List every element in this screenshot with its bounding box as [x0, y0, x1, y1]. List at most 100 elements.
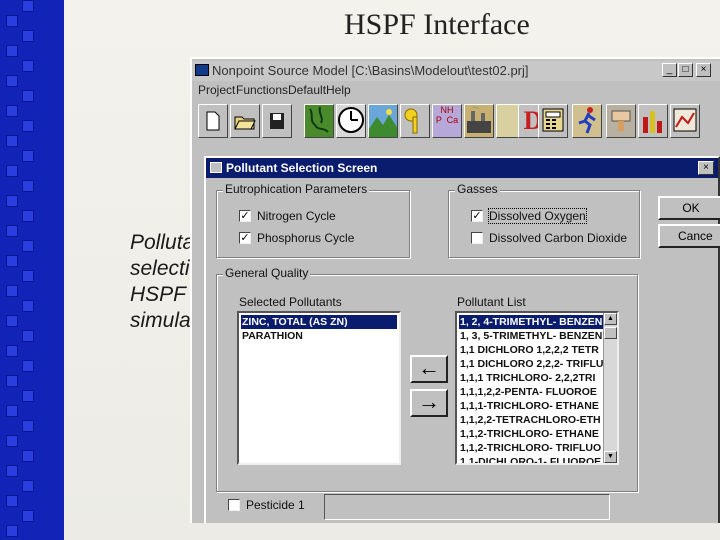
- dissolved-carbon-dioxide-checkbox[interactable]: Dissolved Carbon Dioxide: [471, 231, 637, 247]
- gasses-label: Gasses: [455, 182, 500, 196]
- border-square: [22, 480, 34, 492]
- ok-button[interactable]: OK: [658, 196, 720, 220]
- minimize-button[interactable]: _: [662, 63, 677, 77]
- list-item[interactable]: 1,1,2,2-TETRACHLORO-ETH: [459, 413, 604, 427]
- border-square: [22, 240, 34, 252]
- map-icon[interactable]: [304, 104, 334, 138]
- tool-icon[interactable]: [606, 104, 636, 138]
- border-square: [6, 135, 18, 147]
- pollutant-list[interactable]: 1, 2, 4-TRIMETHYL- BENZEN 1, 3, 5-TRIMET…: [455, 311, 619, 465]
- scroll-thumb[interactable]: [604, 327, 617, 339]
- check-icon: ✓: [471, 210, 483, 222]
- scroll-down-icon[interactable]: ▼: [604, 451, 617, 463]
- menu-bar: Project Functions Default Help: [192, 82, 720, 100]
- list-item[interactable]: 1,1-DICHLORO-1- FLUOROE: [459, 455, 604, 463]
- dialog-titlebar[interactable]: Pollutant Selection Screen ×: [206, 158, 718, 178]
- list-item[interactable]: 1,1,1,2,2-PENTA- FLUOROE: [459, 385, 604, 399]
- pesticide-field[interactable]: [324, 494, 610, 520]
- list-item[interactable]: 1,1,1-TRICHLORO- ETHANE: [459, 399, 604, 413]
- border-square: [6, 375, 18, 387]
- graph-icon[interactable]: [670, 104, 700, 138]
- border-square: [6, 405, 18, 417]
- key-icon[interactable]: [400, 104, 430, 138]
- general-quality-group: General Quality Selected Pollutants ZINC…: [216, 266, 638, 492]
- list-item[interactable]: 1, 2, 4-TRIMETHYL- BENZEN: [459, 315, 604, 329]
- border-square: [22, 60, 34, 72]
- border-square: [22, 420, 34, 432]
- menu-project[interactable]: Project: [198, 83, 235, 97]
- border-square: [6, 495, 18, 507]
- list-item[interactable]: 1,1 DICHLORO 2,2,2- TRIFLU: [459, 357, 604, 371]
- window-titlebar[interactable]: Nonpoint Source Model [C:\Basins\Modelou…: [192, 61, 720, 81]
- maximize-button[interactable]: □: [678, 63, 693, 77]
- list-item[interactable]: ZINC, TOTAL (AS ZN): [241, 315, 397, 329]
- save-disk-icon[interactable]: [262, 104, 292, 138]
- border-square: [22, 150, 34, 162]
- new-document-icon[interactable]: [198, 104, 228, 138]
- dialog-title: Pollutant Selection Screen: [226, 161, 378, 175]
- gasses-group: Gasses ✓ Dissolved Oxygen Dissolved Carb…: [448, 182, 640, 258]
- chemistry-icon[interactable]: NH P Ca: [432, 104, 462, 138]
- border-square: [22, 330, 34, 342]
- menu-functions[interactable]: Functions: [236, 83, 288, 97]
- border-square: [6, 315, 18, 327]
- border-square: [22, 510, 34, 522]
- eutrophication-label: Eutrophication Parameters: [223, 182, 370, 196]
- border-square: [22, 300, 34, 312]
- check-icon: ✓: [239, 210, 251, 222]
- border-square: [22, 0, 34, 12]
- add-pollutant-button[interactable]: ←: [410, 355, 448, 383]
- nonpoint-source-model-window: Nonpoint Source Model [C:\Basins\Modelou…: [190, 57, 720, 523]
- runner-icon[interactable]: [572, 104, 602, 138]
- window-title: Nonpoint Source Model [C:\Basins\Modelou…: [212, 63, 529, 78]
- border-square: [22, 450, 34, 462]
- checkbox-label: Dissolved Oxygen: [488, 208, 587, 224]
- clock-icon[interactable]: [336, 104, 366, 138]
- menu-help[interactable]: Help: [326, 83, 351, 97]
- menu-default[interactable]: Default: [288, 83, 326, 97]
- eutrophication-group: Eutrophication Parameters ✓ Nitrogen Cyc…: [216, 182, 410, 258]
- border-square: [22, 180, 34, 192]
- border-square: [22, 390, 34, 402]
- border-square: [6, 435, 18, 447]
- list-item[interactable]: 1,1,2-TRICHLORO- TRIFLUO: [459, 441, 604, 455]
- dialog-close-button[interactable]: ×: [698, 161, 714, 175]
- slide-title: HSPF Interface: [344, 8, 530, 41]
- list-item[interactable]: 1,1,1 TRICHLORO- 2,2,2TRI: [459, 371, 604, 385]
- bars-icon[interactable]: [638, 104, 668, 138]
- checkbox-label: Nitrogen Cycle: [257, 209, 336, 223]
- dissolved-oxygen-checkbox[interactable]: ✓ Dissolved Oxygen: [471, 208, 631, 225]
- checkbox-label: Dissolved Carbon Dioxide: [489, 231, 628, 245]
- border-square: [6, 45, 18, 57]
- phosphorus-cycle-checkbox[interactable]: ✓ Phosphorus Cycle: [239, 231, 399, 247]
- calculator-icon[interactable]: [538, 104, 568, 138]
- pollutant-list-scrollbar[interactable]: ▲ ▼: [603, 313, 617, 463]
- factory-icon[interactable]: [464, 104, 494, 138]
- open-folder-icon[interactable]: [230, 104, 260, 138]
- pollutant-list-label: Pollutant List: [457, 295, 526, 309]
- landscape-icon[interactable]: [368, 104, 398, 138]
- list-item[interactable]: 1, 3, 5-TRIMETHYL- BENZEN: [459, 329, 604, 343]
- nitrogen-cycle-checkbox[interactable]: ✓ Nitrogen Cycle: [239, 209, 399, 225]
- list-item[interactable]: PARATHION: [241, 329, 397, 343]
- border-square: [6, 525, 18, 537]
- selected-pollutants-list[interactable]: ZINC, TOTAL (AS ZN) PARATHION: [237, 311, 401, 465]
- border-square: [6, 255, 18, 267]
- app-icon: [195, 64, 209, 76]
- pesticide-checkbox[interactable]: Pesticide 1: [228, 498, 318, 514]
- cancel-button[interactable]: Cance: [658, 224, 720, 248]
- remove-pollutant-button[interactable]: →: [410, 389, 448, 417]
- list-item[interactable]: 1,1 DICHLORO 1,2,2,2 TETR: [459, 343, 604, 357]
- close-button[interactable]: ×: [696, 63, 711, 77]
- check-icon: ✓: [239, 232, 251, 244]
- scroll-up-icon[interactable]: ▲: [604, 313, 617, 325]
- slide-left-border: [0, 0, 64, 540]
- border-square: [6, 465, 18, 477]
- border-square: [6, 345, 18, 357]
- checkbox-box: [471, 232, 483, 244]
- list-item[interactable]: 1,1,2-TRICHLORO- ETHANE: [459, 427, 604, 441]
- checkbox-label: Phosphorus Cycle: [257, 231, 355, 245]
- border-square: [22, 360, 34, 372]
- border-square: [22, 210, 34, 222]
- checkbox-label: Pesticide 1: [246, 498, 305, 512]
